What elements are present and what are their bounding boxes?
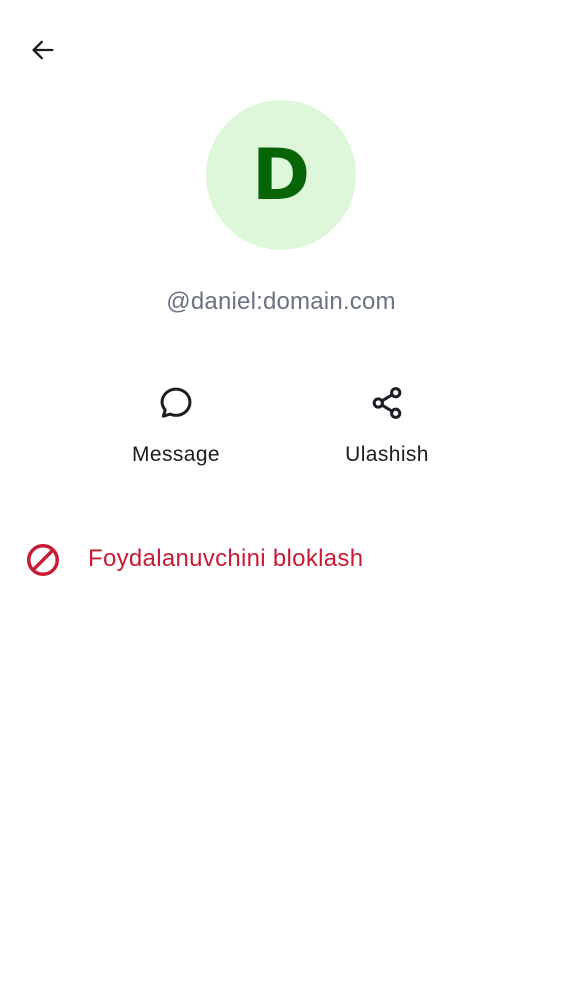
share-icon — [364, 380, 410, 426]
chat-bubble-icon — [153, 380, 199, 426]
arrow-left-icon — [32, 40, 54, 60]
block-icon — [27, 544, 59, 576]
block-user-label: Foydalanuvchini bloklash — [88, 545, 364, 572]
share-button[interactable]: Ulashish — [307, 380, 467, 480]
avatar-initial: D — [251, 134, 311, 216]
share-label: Ulashish — [345, 443, 429, 466]
message-button[interactable]: Message — [96, 380, 256, 480]
user-id: @daniel:domain.com — [166, 288, 396, 315]
message-label: Message — [131, 443, 220, 466]
back-button[interactable] — [19, 26, 67, 74]
avatar: D — [206, 100, 356, 250]
block-user-button[interactable]: Foydalanuvchini bloklash — [0, 527, 562, 591]
